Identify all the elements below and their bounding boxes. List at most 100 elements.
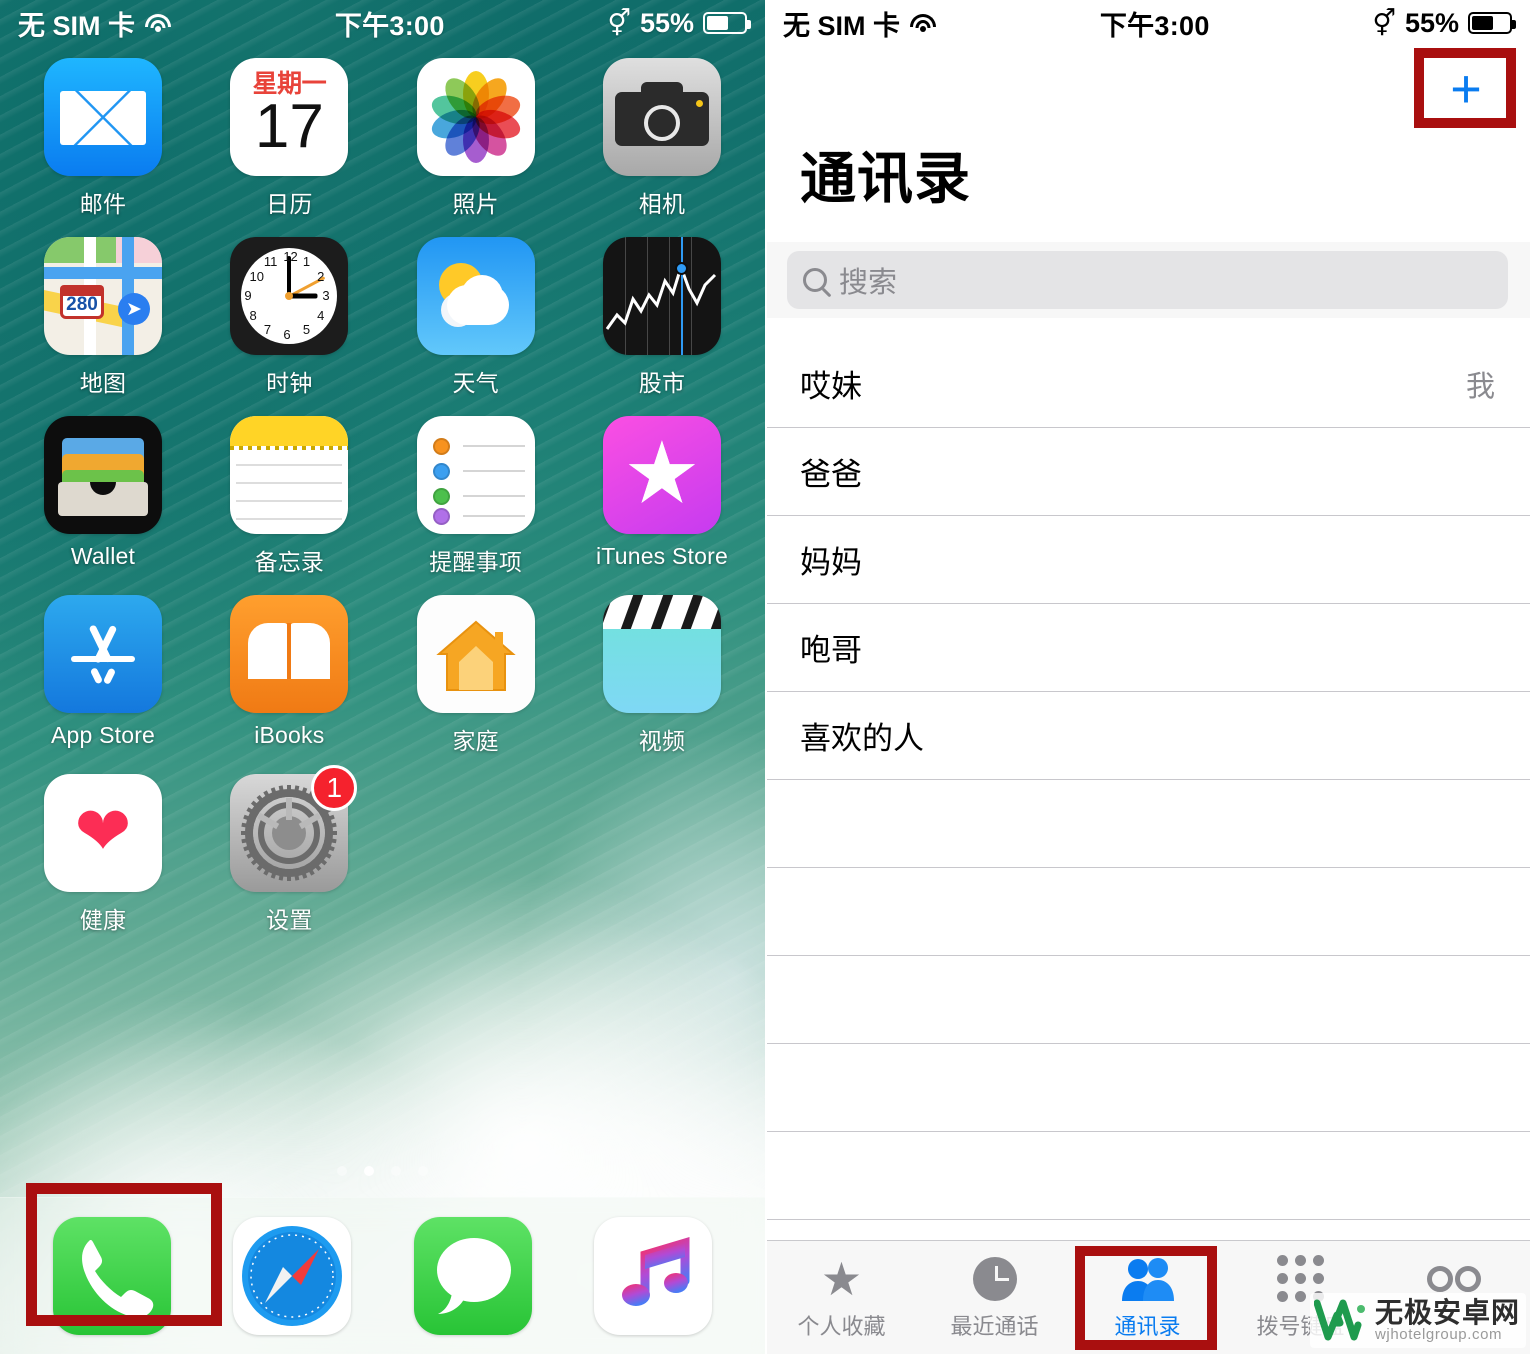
health-icon[interactable]: ❤: [44, 774, 162, 892]
star-icon: ★: [820, 1252, 863, 1305]
status-right-group: ⚥ 55%: [1372, 7, 1516, 39]
calendar-icon[interactable]: 星期一 17: [230, 58, 349, 176]
ibooks-icon[interactable]: [230, 595, 349, 713]
status-left-group: 无 SIM 卡: [18, 4, 172, 43]
battery-percent: 55%: [639, 7, 694, 38]
clock-numeral: 2: [317, 268, 325, 284]
page-title: 通讯录: [800, 147, 971, 210]
contacts-list[interactable]: 哎妹 我爸爸妈妈咆哥喜欢的人: [765, 340, 1530, 1308]
messages-icon[interactable]: [413, 1217, 532, 1335]
battery-icon: [703, 12, 751, 34]
panel-divider: [765, 0, 767, 1354]
app-label: 备忘录: [254, 549, 325, 575]
clock-numeral: 1: [302, 254, 311, 270]
search-input[interactable]: 搜索: [787, 251, 1508, 309]
battery-percent: 55%: [1404, 7, 1459, 38]
app-label: 天气: [452, 370, 499, 396]
status-left-group: 无 SIM 卡: [783, 4, 937, 43]
clock-numeral: 6: [283, 327, 291, 342]
calendar-day: 17: [254, 92, 324, 161]
contact-row[interactable]: 哎妹 我: [765, 340, 1530, 428]
app-settings[interactable]: 1 设置: [214, 765, 364, 935]
safari-icon[interactable]: [233, 1217, 352, 1335]
contacts-navbar: +: [765, 46, 1530, 118]
settings-badge: 1: [311, 765, 358, 811]
app-photos[interactable]: 照片: [401, 58, 551, 219]
status-bar-left: 无 SIM 卡 下午3:00 ⚥ 55%: [0, 0, 765, 46]
page-dots[interactable]: [0, 1166, 765, 1176]
app-calendar[interactable]: 星期一 17 日历: [214, 58, 364, 219]
page-dot[interactable]: [364, 1166, 374, 1176]
app-app-store[interactable]: App Store: [28, 595, 178, 756]
app-weather[interactable]: 天气: [401, 237, 551, 398]
camera-icon[interactable]: [602, 58, 721, 176]
app-itunes-store[interactable]: ★ iTunes Store: [587, 416, 737, 577]
app-empty-slot: [401, 774, 551, 935]
tab-contacts[interactable]: 通讯录: [1071, 1241, 1224, 1354]
wifi-icon: [909, 12, 937, 34]
recents-clock-icon: [972, 1255, 1017, 1303]
add-contact-button[interactable]: +: [1424, 58, 1508, 120]
app-label: 地图: [79, 370, 127, 396]
phone-icon[interactable]: [53, 1217, 172, 1335]
search-icon: [803, 268, 827, 292]
app-wallet[interactable]: Wallet: [28, 416, 178, 577]
app-mail[interactable]: 邮件: [28, 58, 178, 219]
contact-name: 咆哥: [800, 633, 862, 668]
contact-row[interactable]: 妈妈: [765, 516, 1530, 604]
contact-row-empty: [765, 1044, 1530, 1132]
tab-favorites[interactable]: ★ 个人收藏: [765, 1241, 918, 1354]
weather-icon[interactable]: [416, 237, 535, 355]
app-store-icon[interactable]: [44, 595, 162, 713]
maps-icon[interactable]: 280 ➤: [44, 237, 162, 355]
contacts-screen: 无 SIM 卡 下午3:00 ⚥ 55% + 通讯录 搜索 哎妹 我爸爸妈妈咆哥喜…: [765, 0, 1530, 1354]
reminders-icon[interactable]: [416, 416, 535, 534]
app-videos[interactable]: 视频: [587, 595, 737, 756]
clock-numeral: 4: [317, 307, 325, 323]
app-label: 提醒事项: [429, 549, 523, 575]
videos-icon[interactable]: [602, 595, 721, 713]
itunes-store-icon[interactable]: ★: [602, 416, 721, 534]
tab-recents[interactable]: 最近通话: [918, 1241, 1071, 1354]
route-shield: 280: [60, 285, 104, 319]
app-label: 视频: [638, 728, 686, 754]
page-dot[interactable]: [418, 1166, 428, 1176]
watermark-cn: 无极安卓网: [1374, 1296, 1520, 1328]
photos-icon[interactable]: [416, 58, 535, 176]
clock-icon[interactable]: 1 2 3 4 5 6 7 8 9 10 11 12: [230, 237, 349, 355]
app-camera[interactable]: 相机: [587, 58, 737, 219]
app-label: 日历: [266, 191, 313, 217]
app-stocks[interactable]: 股市: [587, 237, 737, 398]
app-maps[interactable]: 280 ➤ 地图: [28, 237, 178, 398]
home-app-icon[interactable]: [416, 595, 535, 713]
clock-numeral: 11: [263, 254, 278, 270]
clock-numeral: 12: [283, 249, 298, 264]
app-home[interactable]: 家庭: [401, 595, 551, 756]
wallet-icon[interactable]: [44, 416, 162, 534]
bluetooth-icon: ⚥: [607, 8, 631, 38]
mail-icon[interactable]: [44, 58, 162, 176]
status-time: 下午3:00: [1099, 10, 1210, 41]
contact-row[interactable]: 爸爸: [765, 428, 1530, 516]
page-dot[interactable]: [391, 1166, 401, 1176]
music-icon[interactable]: [593, 1217, 712, 1335]
contact-row[interactable]: 咆哥: [765, 604, 1530, 692]
app-label: Wallet: [70, 543, 136, 569]
app-label: 家庭: [452, 728, 499, 754]
app-label: 照片: [452, 191, 499, 217]
app-label: 健康: [79, 907, 127, 933]
page-dot[interactable]: [337, 1166, 347, 1176]
app-notes[interactable]: 备忘录: [214, 416, 364, 577]
contact-name: 妈妈: [800, 545, 862, 580]
app-reminders[interactable]: 提醒事项: [401, 416, 551, 577]
notes-icon[interactable]: [230, 416, 349, 534]
app-health[interactable]: ❤ 健康: [28, 774, 178, 935]
app-ibooks[interactable]: iBooks: [214, 595, 364, 756]
stocks-icon[interactable]: [602, 237, 721, 355]
app-clock[interactable]: 1 2 3 4 5 6 7 8 9 10 11 12 时钟: [214, 237, 364, 398]
dock: [0, 1197, 765, 1354]
tab-label: 通讯录: [1114, 1313, 1181, 1339]
contact-row[interactable]: 喜欢的人: [765, 692, 1530, 780]
tab-label: 最近通话: [950, 1313, 1039, 1339]
watermark-text: 无极安卓网 wjhotelgroup.com: [1374, 1296, 1520, 1343]
